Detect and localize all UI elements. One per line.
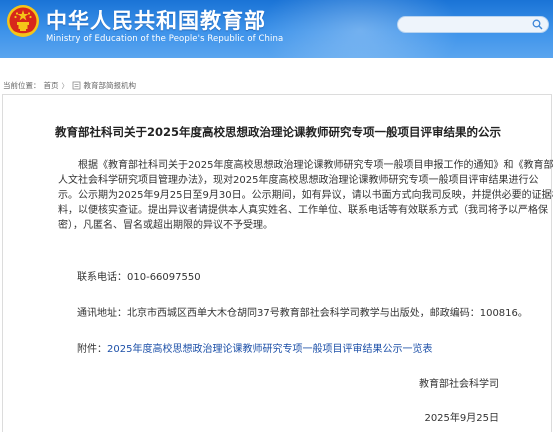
site-title[interactable]: 中华人民共和国教育部 [46, 5, 266, 35]
breadcrumb-prefix: 当前位置： [3, 81, 41, 90]
signature: 教育部社会科学司 [419, 379, 499, 390]
national-emblem-icon[interactable] [6, 4, 40, 38]
body-line: 人文社会科学研究项目管理办法》，现对2025年度高校思想政治理论课教师研究专项一… [58, 175, 539, 186]
breadcrumb: 当前位置： 首页 〉 教育部简报机构 [0, 58, 553, 91]
site-header: 中华人民共和国教育部 Ministry of Education of the … [0, 0, 553, 58]
contact-phone: 联系电话：010-66097550 [77, 272, 201, 283]
search-box [397, 16, 549, 33]
site-subtitle: Ministry of Education of the People's Re… [46, 34, 284, 44]
section-icon [72, 81, 80, 90]
body-line: 示。公示期为2025年9月25日至9月30日。公示期间，如有异议，请以书面方式向… [58, 190, 553, 201]
attachment-row: 附件：2025年度高校思想政治理论课教师研究专项一般项目评审结果公示一览表 [77, 340, 432, 355]
article-body: 根据《教育部社科司关于2025年度高校思想政治理论课教师研究专项一般项目申报工作… [58, 158, 553, 233]
attachment-label: 附件： [77, 344, 107, 355]
article-panel: 教育部社科司关于2025年度高校思想政治理论课教师研究专项一般项目评审结果的公示… [2, 94, 553, 432]
contact-address: 通讯地址：北京市西城区西单大木仓胡同37号教育部社会科学司教学与出版处，邮政编码… [77, 308, 528, 319]
breadcrumb-section-link[interactable]: 教育部简报机构 [84, 80, 137, 91]
attachment-link[interactable]: 2025年度高校思想政治理论课教师研究专项一般项目评审结果公示一览表 [107, 344, 432, 355]
article-title: 教育部社科司关于2025年度高校思想政治理论课教师研究专项一般项目评审结果的公示 [54, 125, 501, 139]
breadcrumb-home-link[interactable]: 首页 [44, 80, 59, 91]
body-line: 根据《教育部社科司关于2025年度高校思想政治理论课教师研究专项一般项目申报工作… [78, 160, 553, 171]
body-line: 料，以便核实查证。提出异议者请提供本人真实姓名、工作单位、联系电话等有效联系方式… [58, 205, 548, 216]
search-icon[interactable] [532, 19, 543, 30]
breadcrumb-separator: 〉 [61, 81, 69, 90]
body-line: 密），凡匿名、冒名或超出期限的异议不予受理。 [58, 220, 273, 231]
publish-date: 2025年9月25日 [424, 413, 499, 424]
search-input[interactable] [406, 17, 526, 32]
